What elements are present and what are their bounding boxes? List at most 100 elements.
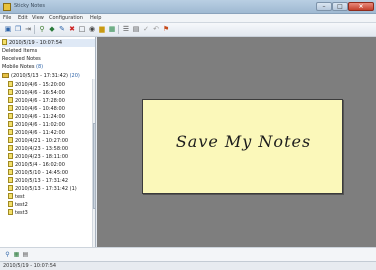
list-icon[interactable]: ☰ [122, 25, 130, 34]
toolbar: ▣ ❐ ⇥ ⚲ ◆ ✎ ✖ □ ◉ ▆ ▦ ☰ ▤ ✓ ↶ ⚑ [0, 23, 376, 37]
tree-item-label: 2010/5/13 - 17:31:42 (1) [15, 186, 77, 192]
tag-icon[interactable]: ◆ [48, 25, 56, 34]
menu-file[interactable]: File [3, 15, 11, 21]
tree-item-label: 2010/4/6 - 17:28:00 [15, 98, 65, 104]
note-icon [8, 177, 13, 183]
grid-icon[interactable]: ▦ [13, 251, 20, 258]
tree-item-label: 2010/4/6 - 16:54:00 [15, 90, 65, 96]
note-icon [8, 89, 13, 95]
note-icon [8, 137, 13, 143]
tree-item-received[interactable]: Received Notes [2, 55, 95, 63]
grid-icon[interactable]: ▤ [132, 25, 140, 34]
app-icon [3, 3, 11, 11]
tree-item-deleted[interactable]: Deleted Items [2, 47, 95, 55]
tree-item-label: 2010/4/23 - 18:11:00 [15, 154, 69, 160]
menu-bar: File Edit View Configuration Help [0, 14, 376, 23]
new-note-icon[interactable]: ▣ [4, 25, 12, 34]
title-bar: Sticky Notes – □ × [0, 0, 376, 14]
close-button[interactable]: × [348, 2, 374, 11]
menu-edit[interactable]: Edit [18, 15, 28, 21]
move-icon[interactable]: ⇥ [24, 25, 32, 34]
tree-item-current[interactable]: 2010/5/19 - 10:07:54 [2, 39, 95, 47]
tree-item-label: 2010/5/19 - 10:07:54 [9, 40, 63, 46]
note-icon [8, 201, 13, 207]
pin-icon[interactable]: ⚑ [162, 25, 170, 34]
sidebar-scrollbar[interactable] [92, 79, 95, 247]
tree-item-label: test [15, 194, 25, 200]
copy-icon[interactable]: ❐ [14, 25, 22, 34]
toolbar-divider [34, 25, 35, 34]
tree-item-label: 2010/4/6 - 11:24:00 [15, 114, 65, 120]
tree-item[interactable]: 2010/4/23 - 13:58:00 [8, 145, 95, 153]
app-window: Sticky Notes – □ × File Edit View Config… [0, 0, 376, 270]
box-icon[interactable]: □ [78, 25, 86, 34]
sticky-note[interactable]: Save My Notes [142, 99, 343, 194]
maximize-button[interactable]: □ [332, 2, 348, 11]
status-text: 2010/5/19 - 10:07:54 [3, 263, 57, 269]
note-icon [8, 153, 13, 159]
menu-view[interactable]: View [32, 15, 44, 21]
search-icon[interactable]: ⚲ [38, 25, 46, 34]
tree-item-label: 2010/4/23 - 13:58:00 [15, 146, 69, 152]
minimize-button[interactable]: – [316, 2, 332, 11]
tree-item[interactable]: 2010/4/6 - 10:48:00 [8, 105, 95, 113]
tree-item[interactable]: 2010/5/4 - 16:02:00 [8, 161, 95, 169]
tree-item[interactable]: 2010/4/21 - 10:27:00 [8, 137, 95, 145]
tree-item[interactable]: 2010/4/6 - 11:42:00 [8, 129, 95, 137]
tree-item[interactable]: 2010/4/23 - 18:11:00 [8, 153, 95, 161]
tree-item-mobile[interactable]: Mobile Notes (8) [2, 63, 95, 71]
tree-group-main[interactable]: (2010/5/13 - 17:31:42) (20) [2, 72, 95, 80]
folder-icon[interactable]: ▆ [98, 25, 106, 34]
tree-item-label: 2010/5/10 - 14:45:00 [15, 170, 69, 176]
image-icon[interactable]: ▦ [108, 25, 116, 34]
tree-item-label: 2010/4/6 - 11:42:00 [15, 130, 65, 136]
menu-help[interactable]: Help [90, 15, 101, 21]
note-icon [8, 105, 13, 111]
note-icon [8, 81, 13, 87]
note-icon [8, 121, 13, 127]
tree-item-label: 2010/4/6 - 10:48:00 [15, 106, 65, 112]
tree-item[interactable]: 2010/4/6 - 11:24:00 [8, 113, 95, 121]
undo-icon[interactable]: ↶ [152, 25, 160, 34]
note-icon [8, 193, 13, 199]
window-title: Sticky Notes [14, 3, 45, 9]
note-icon [8, 145, 13, 151]
folder-icon [2, 73, 9, 78]
note-icon [2, 39, 7, 45]
group-count-badge: (20) [69, 73, 80, 79]
tree-item-label: 2010/4/6 - 11:02:00 [15, 122, 65, 128]
note-icon [8, 129, 13, 135]
delete-icon[interactable]: ✖ [68, 25, 76, 34]
tree-item[interactable]: 2010/4/6 - 15:20:00 [8, 81, 95, 89]
list-icon[interactable]: ▤ [22, 251, 29, 258]
tree-item[interactable]: test [8, 193, 95, 201]
note-icon [8, 185, 13, 191]
tree-item[interactable]: 2010/4/6 - 11:02:00 [8, 121, 95, 129]
tree-item[interactable]: 2010/5/13 - 17:31:42 (1) [8, 185, 95, 193]
menu-configuration[interactable]: Configuration [49, 15, 83, 21]
note-canvas: Save My Notes [97, 37, 376, 247]
tree-item-label: 2010/5/4 - 16:02:00 [15, 162, 65, 168]
tree-item[interactable]: test2 [8, 201, 95, 209]
mobile-count-badge: (8) [36, 64, 44, 70]
scrollbar-thumb[interactable] [93, 123, 95, 209]
tree-item-label: Received Notes [2, 56, 41, 62]
tree-item[interactable]: 2010/4/6 - 17:28:00 [8, 97, 95, 105]
tree-item-label: Mobile Notes [2, 64, 35, 70]
tree-item-label: test2 [15, 202, 28, 208]
tree-item[interactable]: 2010/5/13 - 17:31:42 [8, 177, 95, 185]
tree-item[interactable]: test3 [8, 209, 95, 217]
tree-item-label: 2010/4/6 - 15:20:00 [15, 82, 65, 88]
note-icon [8, 97, 13, 103]
note-icon [8, 209, 13, 215]
camera-icon[interactable]: ◉ [88, 25, 96, 34]
search-icon[interactable]: ⚲ [4, 251, 11, 258]
tree-item[interactable]: 2010/4/6 - 16:54:00 [8, 89, 95, 97]
edit-icon[interactable]: ✎ [58, 25, 66, 34]
bottom-toolbar: ⚲ ▦ ▤ [0, 247, 376, 261]
note-text[interactable]: Save My Notes [143, 132, 344, 151]
check-icon[interactable]: ✓ [142, 25, 150, 34]
note-icon [8, 113, 13, 119]
tree-item[interactable]: 2010/5/10 - 14:45:00 [8, 169, 95, 177]
note-icon [8, 169, 13, 175]
